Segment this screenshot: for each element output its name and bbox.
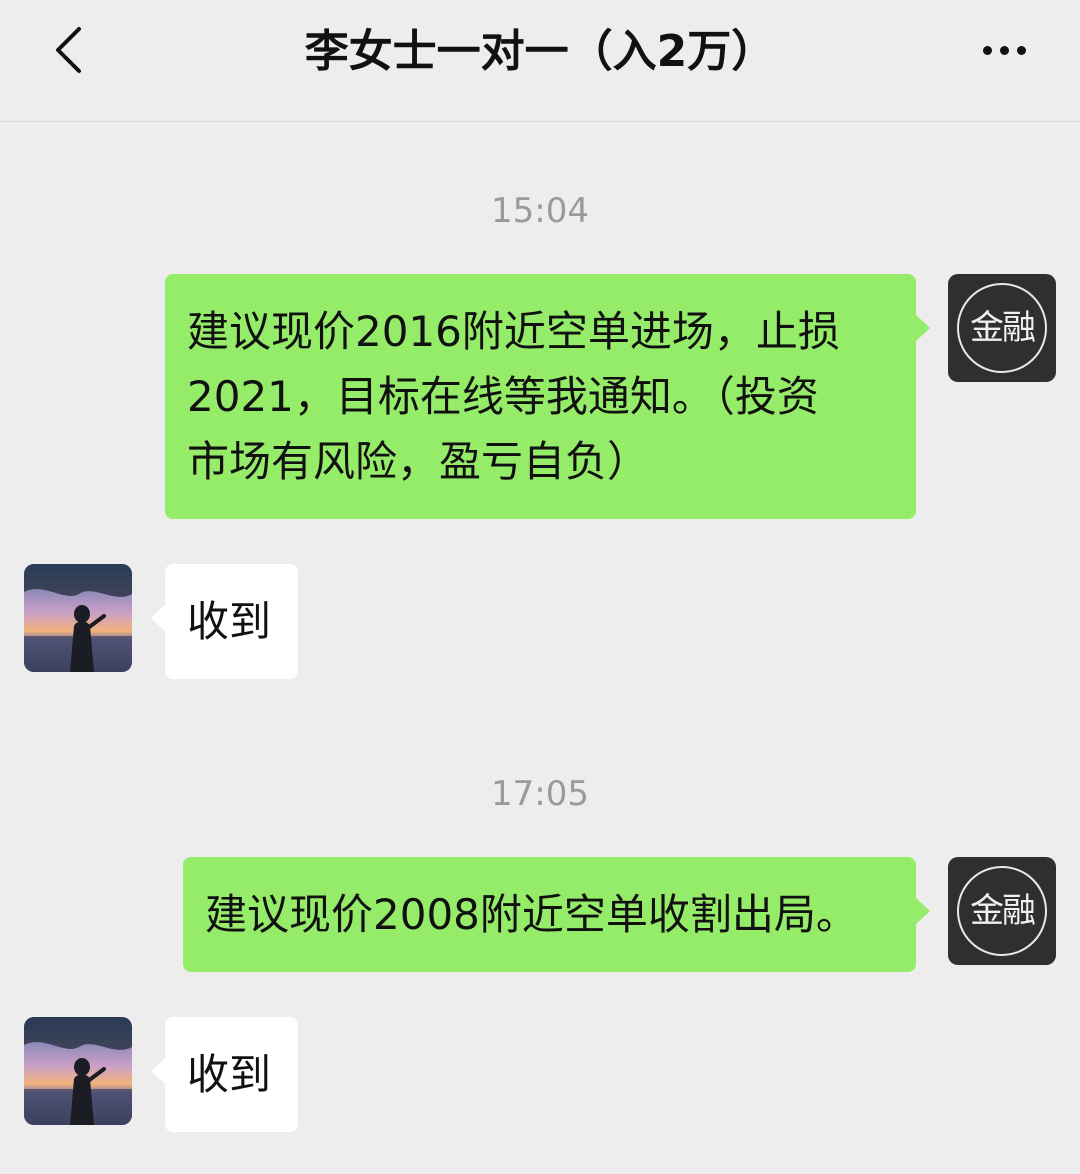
sunset-silhouette-icon (24, 564, 132, 672)
message-text: 建议现价2016附近空单进场，止损 2021，目标在线等我通知。（投资 市场有风… (187, 307, 840, 486)
more-icon-dot (1016, 45, 1026, 55)
sent-message-bubble[interactable]: 建议现价2008附近空单收割出局。 (183, 857, 930, 972)
back-button[interactable] (40, 22, 96, 78)
received-message-bubble[interactable]: 收到 (151, 1017, 298, 1132)
more-icon (982, 45, 992, 55)
message-text: 建议现价2008附近空单收割出局。 (205, 890, 858, 939)
finance-logo-icon: 金融 (957, 866, 1047, 956)
more-options-button[interactable] (968, 22, 1040, 78)
avatar-other[interactable] (24, 564, 132, 672)
received-message-bubble[interactable]: 收到 (151, 564, 298, 679)
chat-title: 李女士一对一（入2万） (304, 26, 776, 77)
avatar-self-label: 金融 (970, 308, 1036, 348)
avatar-self[interactable]: 金融 (948, 274, 1056, 382)
message-text: 收到 (187, 597, 272, 646)
chevron-left-icon (56, 27, 81, 73)
avatar-other[interactable] (24, 1017, 132, 1125)
timestamp: 15:04 (491, 191, 589, 231)
sunset-silhouette-icon (24, 1017, 132, 1125)
avatar-self-label: 金融 (970, 891, 1036, 931)
more-icon-dot (999, 45, 1009, 55)
avatar-self[interactable]: 金融 (948, 857, 1056, 965)
message-text: 收到 (187, 1050, 272, 1099)
timestamp: 17:05 (491, 774, 589, 814)
sent-message-bubble[interactable]: 建议现价2016附近空单进场，止损 2021，目标在线等我通知。（投资 市场有风… (165, 274, 930, 519)
chat-header: 李女士一对一（入2万） (0, 0, 1080, 122)
finance-logo-icon: 金融 (957, 283, 1047, 373)
